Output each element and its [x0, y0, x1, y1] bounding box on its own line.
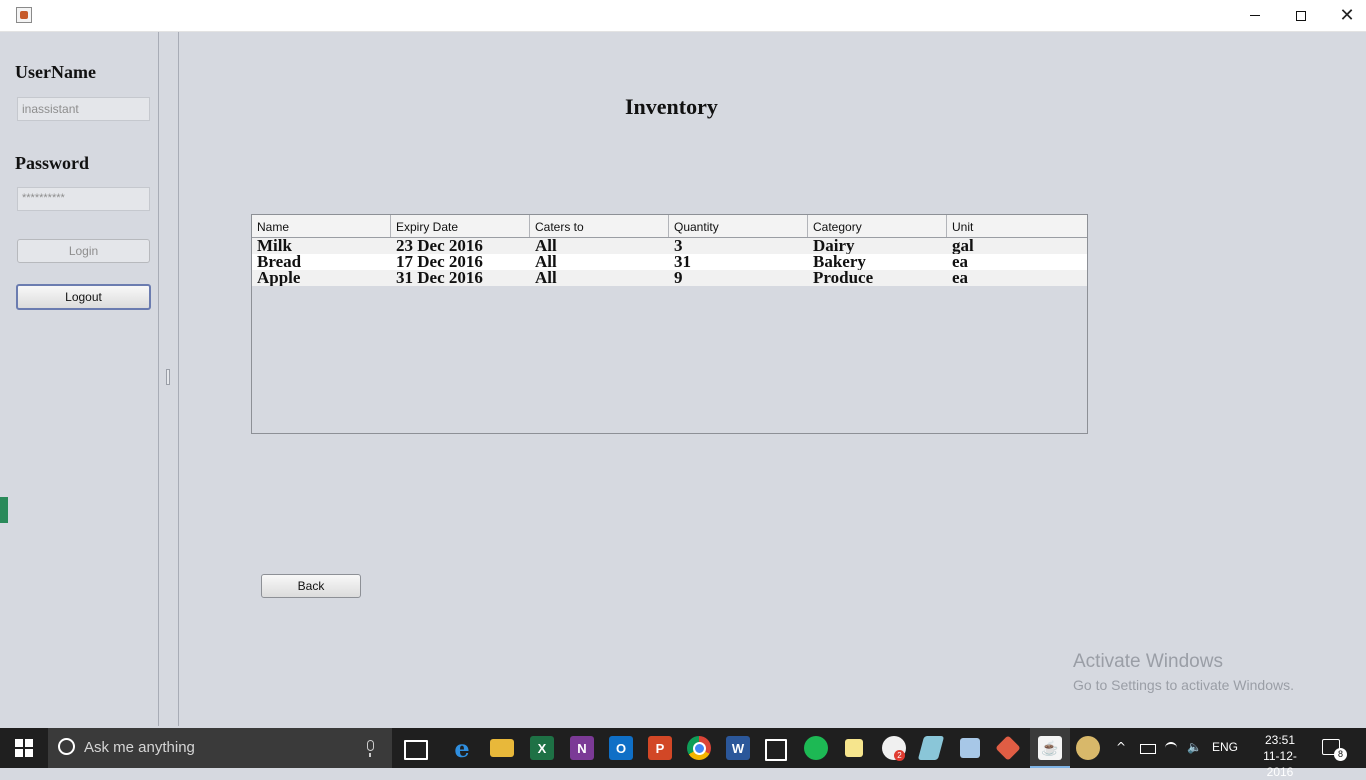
- password-label: Password: [15, 153, 90, 173]
- column-header[interactable]: Caters to: [530, 215, 669, 237]
- table-cell: ea: [952, 254, 969, 270]
- onenote-icon[interactable]: N: [570, 736, 594, 760]
- taskbar: Ask me anything e X N O P W 2 ☕ ^ 🔈 ENG …: [0, 728, 1366, 779]
- chrome-icon[interactable]: [687, 736, 711, 760]
- java-app-taskbar-button[interactable]: ☕: [1030, 728, 1070, 768]
- table-row[interactable]: Bread 17 Dec 2016 All 31 Bakery ea: [252, 254, 1087, 270]
- column-header[interactable]: Unit: [947, 215, 1086, 237]
- git-icon[interactable]: [995, 735, 1021, 761]
- watermark-title: Activate Windows: [1073, 651, 1223, 672]
- close-button[interactable]: ✕: [1324, 0, 1366, 31]
- table-cell: ea: [952, 270, 969, 286]
- login-button[interactable]: Login: [17, 239, 150, 263]
- language-indicator[interactable]: ENG: [1212, 740, 1238, 754]
- maximize-button[interactable]: [1278, 0, 1324, 31]
- pencil-icon[interactable]: [917, 736, 945, 760]
- paint3d-icon[interactable]: [1076, 736, 1100, 760]
- window-titlebar[interactable]: ✕: [0, 0, 1366, 32]
- column-header[interactable]: Name: [252, 215, 391, 237]
- table-cell: All: [535, 270, 557, 286]
- table-cell: 9: [674, 270, 683, 286]
- table-cell: 17 Dec 2016: [396, 254, 483, 270]
- store-icon[interactable]: [765, 739, 787, 761]
- table-cell: All: [535, 238, 557, 254]
- cortana-icon: [58, 738, 75, 755]
- column-header[interactable]: Expiry Date: [391, 215, 530, 237]
- table-cell: Apple: [257, 270, 301, 286]
- back-button[interactable]: Back: [261, 574, 361, 598]
- powerpoint-icon[interactable]: P: [648, 736, 672, 760]
- main-panel: Inventory Name Expiry Date Caters to Qua…: [179, 32, 1366, 726]
- table-cell: Bread: [257, 254, 302, 270]
- desktop-edge-accent: [0, 497, 8, 523]
- sticky-notes-icon[interactable]: [845, 739, 863, 757]
- table-row[interactable]: Apple 31 Dec 2016 All 9 Produce ea: [252, 270, 1087, 286]
- table-cell: All: [535, 254, 557, 270]
- username-field[interactable]: inassistant: [17, 97, 150, 121]
- table-cell: 23 Dec 2016: [396, 238, 483, 254]
- word-icon[interactable]: W: [726, 736, 750, 760]
- spotify-icon[interactable]: [804, 736, 828, 760]
- java-app-icon: [16, 7, 32, 23]
- taskbar-clock[interactable]: 23:51 11-12-2016: [1252, 732, 1308, 780]
- maximize-icon: [1296, 10, 1306, 21]
- username-label: UserName: [15, 62, 96, 82]
- table-header: Name Expiry Date Caters to Quantity Cate…: [252, 215, 1087, 238]
- outlook-icon[interactable]: O: [609, 736, 633, 760]
- notification-count-badge: 8: [1334, 748, 1347, 761]
- table-cell: Bakery: [813, 254, 866, 270]
- java-icon: ☕: [1038, 736, 1062, 760]
- box-icon[interactable]: [960, 738, 980, 758]
- table-cell: 31: [674, 254, 691, 270]
- clock-time: 23:51: [1264, 733, 1296, 747]
- page-title: Inventory: [625, 94, 718, 119]
- search-placeholder: Ask me anything: [84, 739, 195, 756]
- login-panel: UserName inassistant Password **********…: [8, 32, 159, 726]
- task-view-icon[interactable]: [404, 740, 428, 760]
- close-icon: ✕: [1339, 4, 1355, 26]
- divider-grip-icon[interactable]: [166, 369, 170, 385]
- cortana-search-box[interactable]: Ask me anything: [48, 728, 392, 768]
- inventory-table[interactable]: Name Expiry Date Caters to Quantity Cate…: [251, 214, 1088, 434]
- paint-badge: 2: [894, 750, 905, 761]
- table-cell: Produce: [813, 270, 874, 286]
- table-cell: Dairy: [813, 238, 855, 254]
- table-row[interactable]: Milk 23 Dec 2016 All 3 Dairy gal: [252, 238, 1087, 254]
- minimize-icon: [1250, 15, 1260, 16]
- show-hidden-icons-chevron-icon[interactable]: ^: [1116, 740, 1126, 754]
- edge-icon[interactable]: e: [450, 734, 474, 763]
- wifi-icon[interactable]: [1165, 742, 1177, 756]
- start-button[interactable]: [0, 728, 48, 768]
- minimize-button[interactable]: [1232, 0, 1278, 31]
- volume-icon[interactable]: 🔈: [1187, 740, 1202, 754]
- column-header[interactable]: Category: [808, 215, 947, 237]
- table-cell: gal: [952, 238, 974, 254]
- windows-logo-icon: [15, 739, 33, 757]
- split-pane-divider[interactable]: [159, 32, 179, 726]
- logout-button[interactable]: Logout: [16, 284, 151, 310]
- file-explorer-icon[interactable]: [490, 739, 514, 757]
- password-field[interactable]: **********: [17, 187, 150, 211]
- battery-icon[interactable]: [1140, 744, 1156, 754]
- activate-windows-watermark: Activate Windows Go to Settings to activ…: [1073, 651, 1294, 693]
- microphone-icon[interactable]: [367, 740, 374, 757]
- table-body: Milk 23 Dec 2016 All 3 Dairy gal Bread 1…: [252, 238, 1087, 286]
- watermark-subtitle: Go to Settings to activate Windows.: [1073, 677, 1294, 693]
- table-cell: 31 Dec 2016: [396, 270, 483, 286]
- excel-icon[interactable]: X: [530, 736, 554, 760]
- table-cell: Milk: [257, 238, 292, 254]
- column-header[interactable]: Quantity: [669, 215, 808, 237]
- clock-date: 11-12-2016: [1263, 749, 1297, 779]
- table-cell: 3: [674, 238, 683, 254]
